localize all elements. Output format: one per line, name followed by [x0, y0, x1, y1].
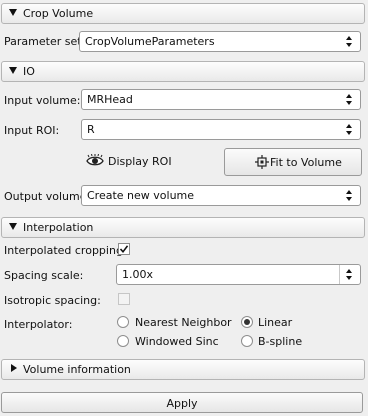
crop-volume-section-header[interactable]: Crop Volume [1, 3, 365, 24]
triangle-down-icon [9, 223, 17, 230]
input-volume-value: MRHead [87, 93, 133, 106]
output-volume-combo[interactable]: Create new volume [81, 185, 361, 206]
spacing-scale-label: Spacing scale: [4, 269, 84, 282]
parameter-set-value: CropVolumeParameters [85, 35, 215, 48]
updown-arrows-icon [340, 186, 360, 205]
updown-arrows-icon [340, 32, 360, 51]
isotropic-spacing-checkbox[interactable] [118, 293, 130, 305]
triangle-down-icon [9, 67, 17, 74]
interpolator-option-label: B-spline [258, 335, 303, 348]
parameter-set-label: Parameter set: [4, 35, 86, 48]
apply-label: Apply [166, 397, 198, 410]
volume-information-section-title: Volume information [23, 363, 131, 376]
checkmark-icon [119, 245, 129, 254]
interpolated-cropping-label: Interpolated cropping: [4, 244, 127, 257]
volume-information-section-header[interactable]: Volume information [1, 359, 365, 380]
fit-to-volume-icon [255, 155, 269, 169]
output-volume-label: Output volume: [4, 190, 91, 203]
triangle-down-icon [9, 9, 17, 16]
input-volume-label: Input volume: [4, 94, 81, 107]
input-roi-label: Input ROI: [4, 124, 60, 137]
crop-volume-section-title: Crop Volume [23, 7, 94, 20]
parameter-set-combo[interactable]: CropVolumeParameters [79, 31, 361, 52]
interpolator-option-label: Linear [258, 316, 293, 329]
fit-to-volume-button[interactable]: Fit to Volume [224, 148, 362, 176]
output-volume-value: Create new volume [87, 189, 195, 202]
apply-button[interactable]: Apply [1, 392, 363, 413]
interpolator-option-label: Nearest Neighbor [135, 316, 232, 329]
triangle-right-icon [11, 364, 17, 372]
spin-arrows-icon[interactable] [339, 265, 360, 284]
isotropic-spacing-label: Isotropic spacing: [4, 294, 101, 307]
fit-to-volume-label: Fit to Volume [270, 156, 342, 169]
interpolation-section-header[interactable]: Interpolation [1, 217, 365, 238]
interpolator-linear-radio[interactable]: Linear [241, 316, 301, 330]
interpolator-label: Interpolator: [4, 318, 73, 331]
interpolated-cropping-checkbox[interactable] [118, 243, 130, 255]
input-volume-combo[interactable]: MRHead [81, 89, 361, 110]
updown-arrows-icon [340, 90, 360, 109]
interpolator-b-spline-radio[interactable]: B-spline [241, 335, 311, 349]
interpolator-nearest-neighbor-radio[interactable]: Nearest Neighbor [117, 316, 232, 330]
interpolator-option-label: Windowed Sinc [135, 335, 219, 348]
radio-circle-icon [241, 335, 253, 347]
spacing-scale-spinbox[interactable]: 1.00x [116, 264, 361, 285]
eye-icon [86, 154, 104, 166]
input-roi-combo[interactable]: R [81, 119, 361, 140]
radio-circle-icon [117, 335, 129, 347]
spacing-scale-value: 1.00x [122, 268, 154, 281]
interpolation-section-title: Interpolation [23, 221, 94, 234]
display-roi-label: Display ROI [108, 155, 172, 168]
radio-selected-icon [241, 316, 253, 328]
display-roi-toggle[interactable]: Display ROI [86, 152, 174, 172]
input-roi-value: R [87, 123, 95, 136]
updown-arrows-icon [340, 120, 360, 139]
radio-circle-icon [117, 316, 129, 328]
io-section-title: IO [23, 65, 35, 78]
interpolator-windowed-sinc-radio[interactable]: Windowed Sinc [117, 335, 227, 349]
io-section-header[interactable]: IO [1, 61, 365, 82]
